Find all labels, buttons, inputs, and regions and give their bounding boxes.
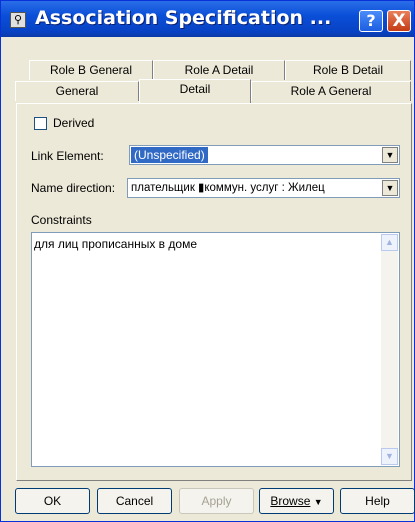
- name-direction-select[interactable]: плательщик ▮коммун. услуг : Жилец ▼: [127, 178, 400, 198]
- tab-general[interactable]: General: [15, 81, 139, 101]
- name-direction-value: плательщик ▮коммун. услуг : Жилец: [131, 182, 325, 194]
- window-title: Association Specification ...: [35, 7, 332, 29]
- close-button[interactable]: X: [387, 10, 411, 32]
- app-icon[interactable]: ⚲: [10, 12, 26, 28]
- link-element-select[interactable]: (Unspecified) ▼: [129, 145, 400, 165]
- derived-checkbox[interactable]: [34, 117, 47, 130]
- scroll-down-arrow-icon[interactable]: ▼: [381, 448, 398, 465]
- browse-label: Browse: [270, 494, 311, 508]
- tab-detail[interactable]: Detail: [139, 79, 251, 103]
- cancel-button[interactable]: Cancel: [97, 488, 172, 514]
- apply-button[interactable]: Apply: [179, 488, 254, 514]
- help-title-button[interactable]: ?: [359, 10, 383, 32]
- link-element-value: (Unspecified): [131, 147, 208, 163]
- tab-role-a-general[interactable]: Role A General: [251, 81, 411, 101]
- tab-role-b-detail[interactable]: Role B Detail: [285, 60, 411, 80]
- name-direction-label: Name direction:: [31, 181, 116, 195]
- title-bar[interactable]: ⚲ Association Specification ... ? X: [1, 1, 414, 37]
- tab-role-b-general[interactable]: Role B General: [29, 60, 153, 80]
- constraints-textarea[interactable]: для лиц прописанных в доме ▲ ▼: [31, 232, 400, 467]
- scroll-up-arrow-icon[interactable]: ▲: [381, 234, 398, 251]
- constraints-label: Constraints: [31, 213, 92, 227]
- chevron-down-icon[interactable]: ▼: [382, 147, 398, 163]
- chevron-down-icon: ▼: [313, 497, 323, 507]
- derived-label: Derived: [53, 116, 95, 130]
- ok-button[interactable]: OK: [15, 488, 90, 514]
- constraints-text: для лиц прописанных в доме: [34, 237, 197, 251]
- help-button[interactable]: Help: [340, 488, 415, 514]
- chevron-down-icon[interactable]: ▼: [382, 180, 398, 196]
- constraints-scrollbar[interactable]: ▲ ▼: [381, 234, 398, 465]
- association-specification-dialog: ⚲ Association Specification ... ? X Role…: [0, 0, 415, 522]
- tab-role-a-detail[interactable]: Role A Detail: [153, 60, 285, 80]
- browse-button[interactable]: Browse ▼: [259, 488, 334, 514]
- link-element-label: Link Element:: [31, 149, 104, 163]
- tab-strip: Role B General Role A Detail Role B Deta…: [15, 60, 411, 106]
